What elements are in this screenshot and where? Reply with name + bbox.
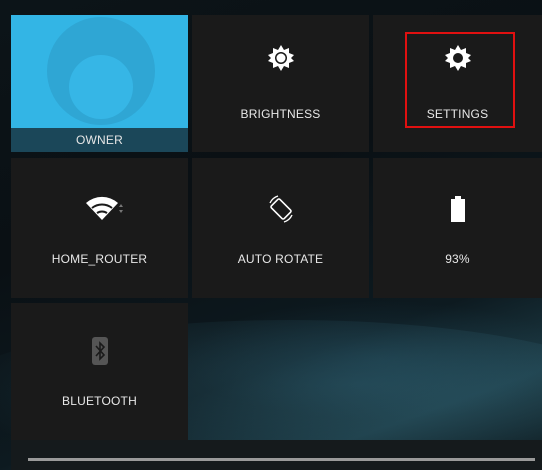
bottom-strip (11, 440, 542, 470)
brightness-label: BRIGHTNESS (240, 107, 321, 121)
battery-label: 93% (445, 252, 470, 266)
brightness-icon (267, 45, 294, 76)
auto-rotate-icon (266, 194, 296, 229)
wifi-tile[interactable]: HOME_ROUTER (11, 158, 188, 298)
highlight-box (405, 32, 515, 128)
bluetooth-icon (91, 337, 108, 370)
brightness-tile[interactable]: BRIGHTNESS (192, 15, 369, 152)
auto-rotate-label: AUTO ROTATE (237, 252, 324, 266)
owner-label: OWNER (76, 133, 123, 147)
wifi-label: HOME_ROUTER (51, 252, 148, 266)
quick-settings-panel: OWNER BRIGHTNESS SETTINGS HOME_ROUTER AU… (0, 0, 542, 470)
battery-icon (450, 196, 465, 227)
drag-handle-bar[interactable] (28, 458, 535, 461)
wifi-icon (84, 196, 124, 225)
avatar-head (69, 55, 133, 119)
bluetooth-label: BLUETOOTH (62, 394, 137, 408)
battery-tile[interactable]: 93% (373, 158, 542, 298)
bluetooth-tile[interactable]: BLUETOOTH (11, 303, 188, 440)
owner-tile[interactable]: OWNER (11, 15, 188, 152)
auto-rotate-tile[interactable]: AUTO ROTATE (192, 158, 369, 298)
